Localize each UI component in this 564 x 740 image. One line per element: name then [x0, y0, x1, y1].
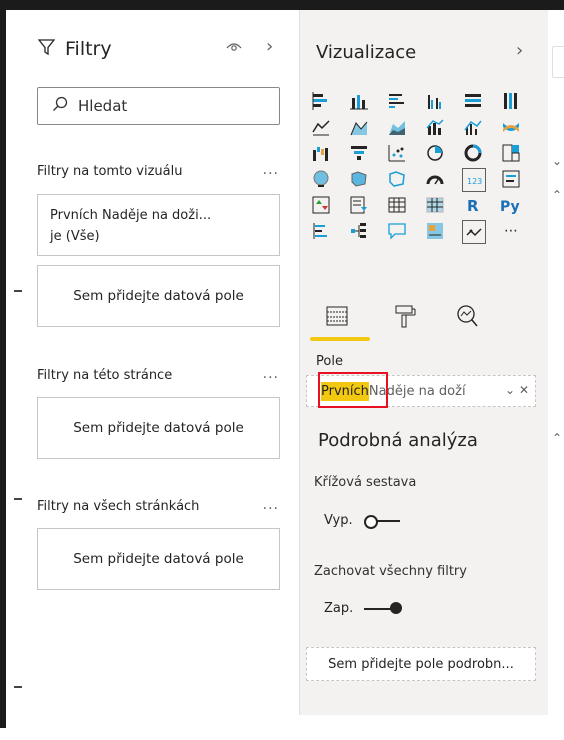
treemap-icon[interactable] — [500, 142, 522, 164]
search-input[interactable]: Hledat — [37, 87, 280, 125]
visual-filters-more-button[interactable]: ... — [263, 162, 279, 178]
cross-report-state: Vyp. — [324, 513, 353, 528]
cross-report-toggle[interactable] — [362, 512, 402, 530]
waterfall-chart-icon[interactable] — [310, 142, 332, 164]
field-well-label: Pole — [316, 354, 343, 369]
donut-chart-icon[interactable] — [462, 142, 484, 164]
decomposition-tree-icon[interactable] — [348, 220, 370, 242]
page-filters-title: Filtry na této stránce — [37, 368, 173, 383]
slicer-icon[interactable] — [348, 194, 370, 216]
keep-filters-state: Zap. — [324, 601, 354, 616]
visualizations-pane: Vizualizace › 123 R Py ⋯ Pole Prvních Na… — [300, 10, 549, 715]
matrix-icon[interactable] — [424, 194, 446, 216]
funnel-chart-icon[interactable] — [348, 142, 370, 164]
drillthrough-title: Podrobná analýza — [318, 430, 478, 451]
collapsed-pane-tab — [552, 46, 564, 78]
stacked-column-chart-icon[interactable] — [348, 90, 370, 112]
svg-text:123: 123 — [467, 177, 482, 186]
stacked-area-chart-icon[interactable] — [386, 116, 408, 138]
line-and-stacked-column-chart-icon[interactable] — [424, 116, 446, 138]
analytics-magnifier-icon[interactable] — [454, 303, 480, 333]
multi-row-card-icon[interactable] — [500, 168, 522, 190]
clustered-column-chart-icon[interactable] — [424, 90, 446, 112]
drillthrough-drop-zone[interactable]: Sem přidejte pole podrobn... — [306, 647, 536, 681]
fields-pane-edge — [548, 10, 564, 715]
100-stacked-column-chart-icon[interactable] — [500, 90, 522, 112]
search-placeholder: Hledat — [78, 97, 128, 115]
filters-title: Filtry — [65, 38, 112, 60]
fields-tab-icon[interactable] — [324, 303, 350, 333]
active-tab-indicator — [310, 337, 370, 341]
toggle-track — [364, 608, 392, 610]
python-visual-icon[interactable]: Py — [500, 194, 522, 216]
visual-filters-title: Filtry na tomto vizuálu — [37, 164, 183, 179]
filled-map-icon[interactable] — [348, 168, 370, 190]
all-pages-filters-drop-zone[interactable]: Sem přidejte datová pole — [37, 528, 280, 590]
collapse-filters-chevron-icon[interactable]: › — [266, 36, 273, 57]
report-canvas-edge — [6, 10, 24, 728]
eye-icon[interactable] — [226, 40, 242, 56]
r-script-visual-icon[interactable]: R — [462, 194, 484, 216]
map-icon[interactable] — [310, 168, 332, 190]
page-filters-more-button[interactable]: ... — [263, 366, 279, 382]
line-chart-icon[interactable] — [310, 116, 332, 138]
pie-chart-icon[interactable] — [424, 142, 446, 164]
field-expand-chevron-icon[interactable]: ⌄ — [505, 383, 515, 397]
expand-chevron-icon[interactable]: ⌄ — [552, 154, 562, 168]
gauge-icon[interactable] — [424, 168, 446, 190]
svg-text:R: R — [467, 197, 479, 214]
visual-filters-drop-zone[interactable]: Sem přidejte datová pole — [37, 265, 280, 327]
all-pages-filters-more-button[interactable]: ... — [263, 497, 279, 513]
qa-visual-icon[interactable] — [386, 220, 408, 242]
stacked-bar-chart-icon[interactable] — [310, 90, 332, 112]
field-remove-close-icon[interactable]: ✕ — [519, 383, 529, 397]
status-bar — [0, 728, 564, 740]
collapse-visualizations-chevron-icon[interactable]: › — [516, 40, 523, 61]
search-icon — [52, 96, 68, 116]
key-influencers-icon[interactable] — [310, 220, 332, 242]
card-icon[interactable]: 123 — [462, 168, 486, 192]
format-paint-roller-icon[interactable] — [392, 303, 418, 333]
ribbon-chart-icon[interactable] — [500, 116, 522, 138]
visualizations-title: Vizualizace — [316, 42, 417, 63]
cross-report-label: Křížová sestava — [314, 475, 417, 490]
clustered-bar-chart-icon[interactable] — [386, 90, 408, 112]
scatter-chart-icon[interactable] — [386, 142, 408, 164]
all-pages-filters-title: Filtry na všech stránkách — [37, 499, 200, 514]
collapse-chevron-icon[interactable]: ⌃ — [552, 188, 562, 202]
toggle-knob — [390, 602, 402, 614]
viz-pane-tabs — [314, 297, 534, 337]
filter-card-field: Prvních Naděje na doži... — [50, 208, 212, 223]
filters-header: Filtry — [37, 38, 112, 60]
paginated-report-icon[interactable] — [462, 220, 486, 244]
filter-card[interactable]: Prvních Naděje na doži... je (Vše) — [37, 194, 280, 256]
window-top-border — [0, 0, 564, 10]
keep-filters-label: Zachovat všechny filtry — [314, 564, 467, 579]
field-actions: ⌄ ✕ — [505, 383, 529, 397]
area-chart-icon[interactable] — [348, 116, 370, 138]
kpi-icon[interactable] — [310, 194, 332, 216]
page-filters-drop-zone[interactable]: Sem přidejte datová pole — [37, 397, 280, 459]
filters-pane: Filtry › Hledat Filtry na tomto vizuálu … — [22, 10, 300, 715]
line-and-clustered-column-chart-icon[interactable] — [462, 116, 484, 138]
100-stacked-bar-chart-icon[interactable] — [462, 90, 484, 112]
more-visuals-icon[interactable]: ⋯ — [500, 220, 522, 242]
filter-funnel-icon — [37, 38, 56, 60]
keep-filters-toggle[interactable] — [362, 600, 406, 618]
section-collapse-chevron-icon[interactable]: ⌃ — [552, 431, 562, 445]
filter-card-value: je (Vše) — [50, 229, 100, 244]
smart-narrative-icon[interactable] — [424, 220, 446, 242]
svg-text:Py: Py — [500, 199, 520, 214]
toggle-knob — [364, 515, 378, 529]
shape-map-icon[interactable] — [386, 168, 408, 190]
highlight-annotation-box — [318, 372, 388, 408]
table-icon[interactable] — [386, 194, 408, 216]
